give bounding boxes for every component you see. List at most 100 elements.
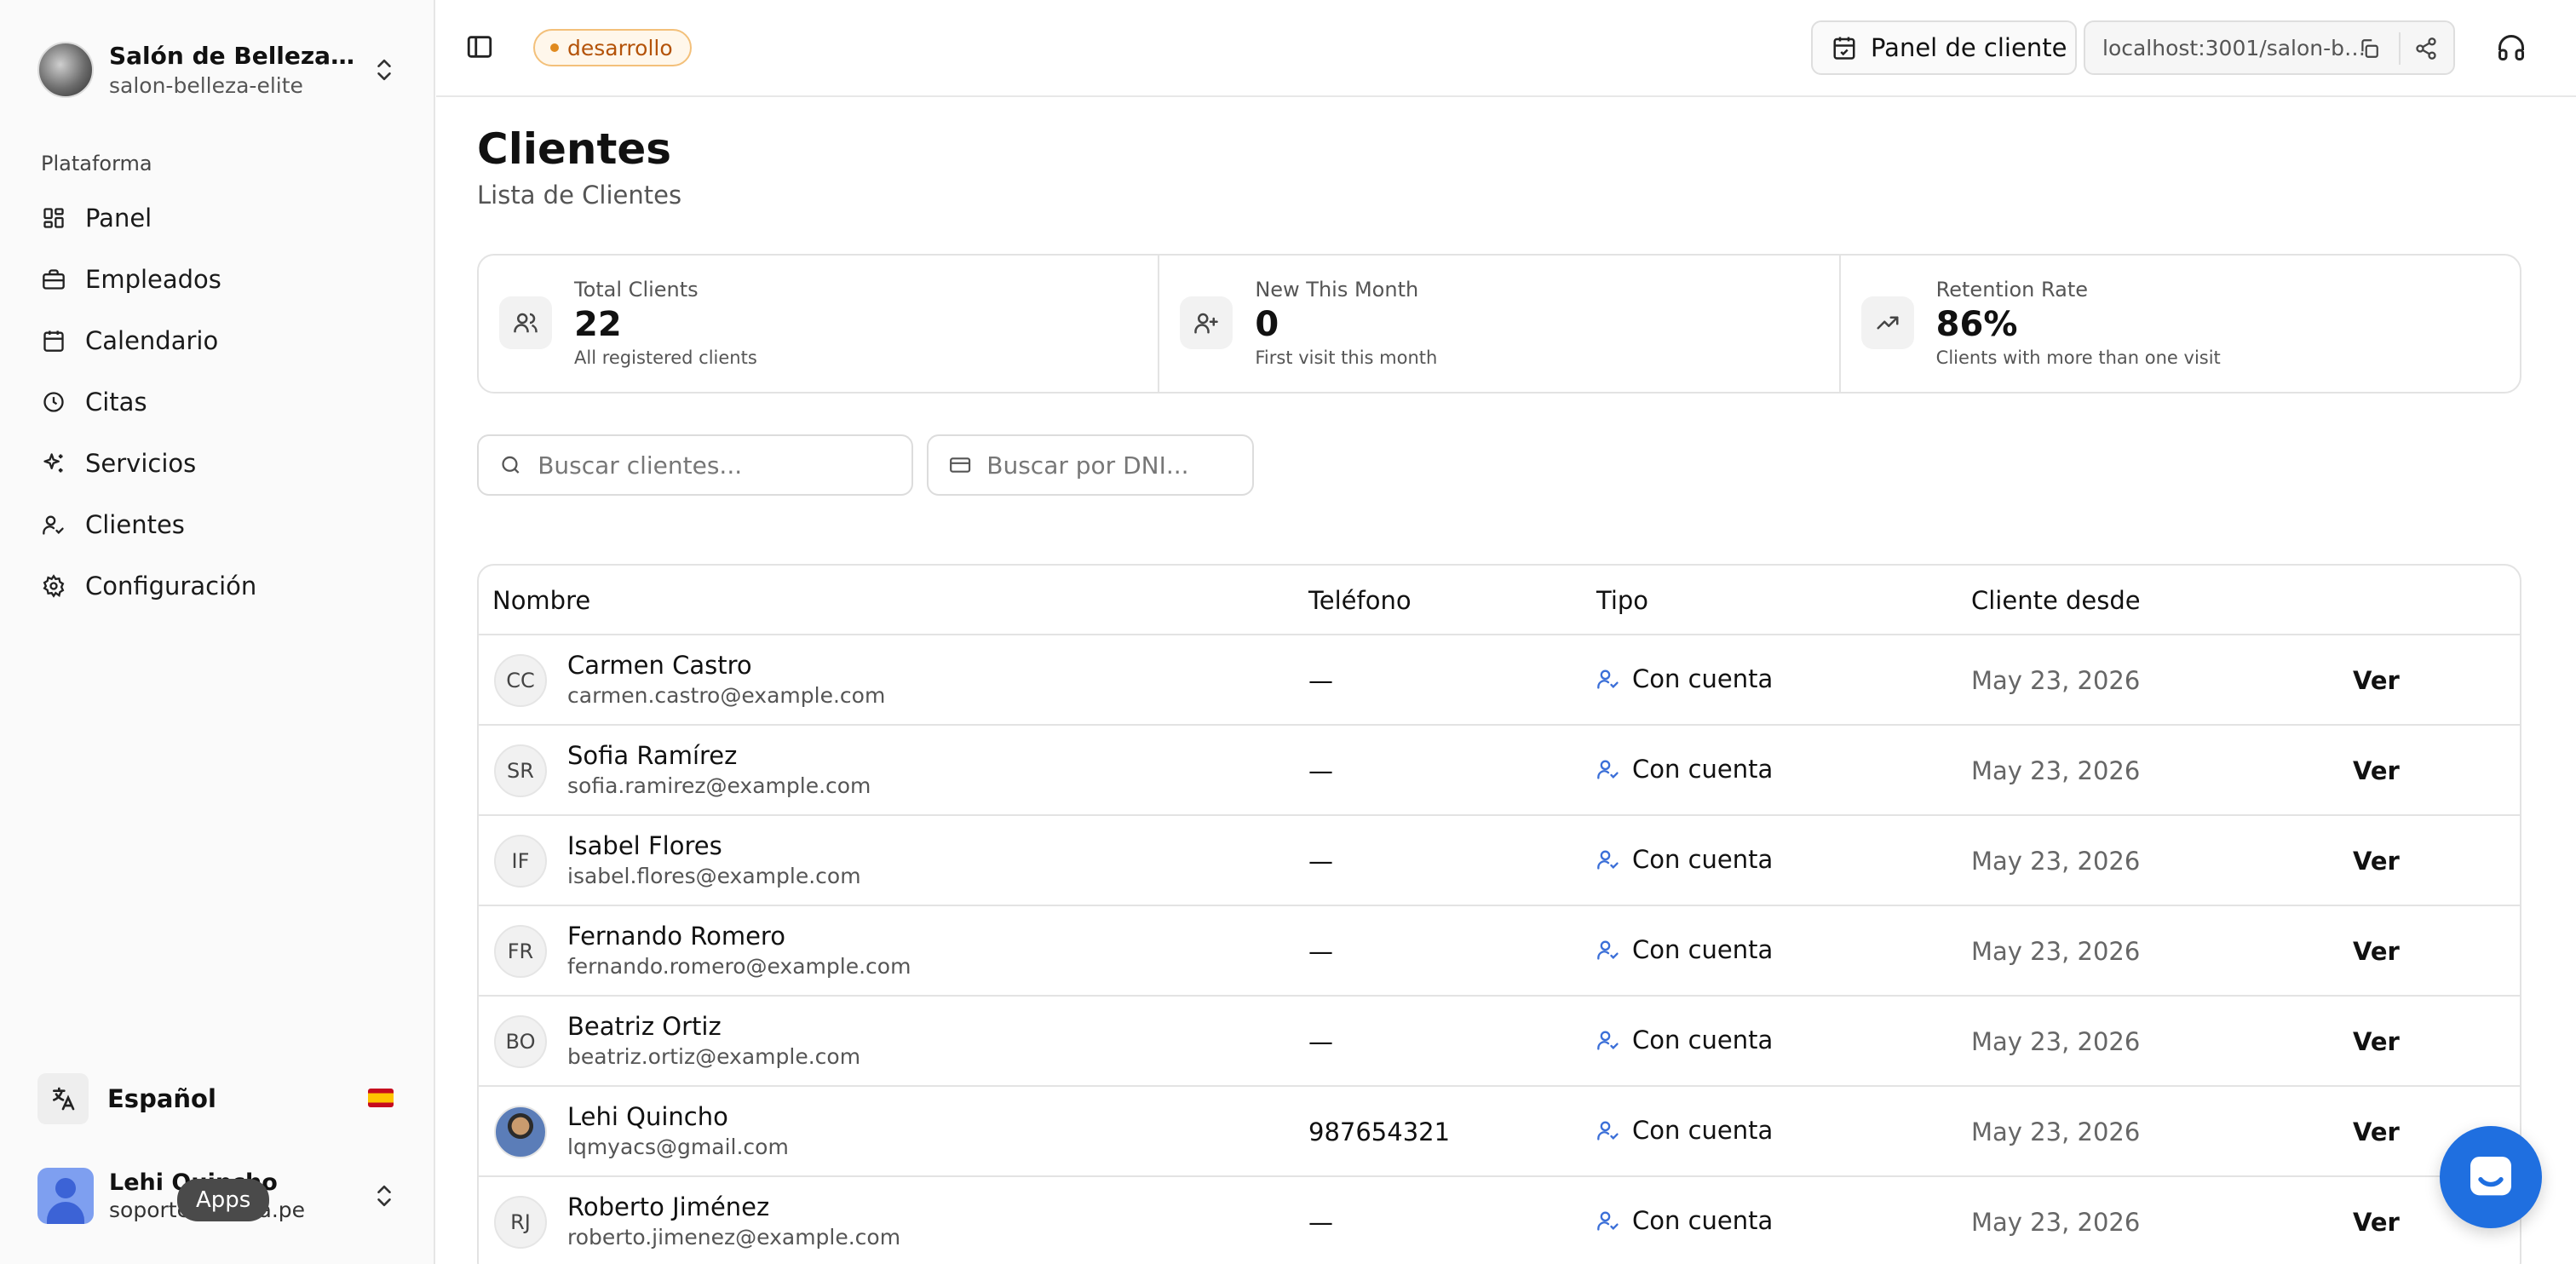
workspace-switcher[interactable]: Salón de Belleza Eli... salon-belleza-el… bbox=[37, 37, 404, 102]
client-phone: — bbox=[1308, 666, 1333, 695]
user-check-icon bbox=[1597, 1211, 1619, 1231]
user-check-icon bbox=[1597, 760, 1619, 779]
dni-search-input[interactable] bbox=[986, 451, 1252, 480]
sidebar-item-calendario[interactable]: Calendario bbox=[34, 310, 409, 371]
workspace-slug: salon-belleza-elite bbox=[109, 73, 303, 98]
share-icon[interactable] bbox=[2414, 37, 2438, 60]
table-row[interactable]: CC Carmen Castro carmen.castro@example.c… bbox=[479, 635, 2520, 726]
client-email: sofia.ramirez@example.com bbox=[567, 773, 871, 798]
client-email: carmen.castro@example.com bbox=[567, 683, 886, 708]
client-name: Roberto Jiménez bbox=[567, 1192, 770, 1221]
view-client-button[interactable]: Ver bbox=[2353, 1208, 2400, 1237]
sidebar-item-label: Servicios bbox=[85, 449, 197, 478]
client-since: May 23, 2026 bbox=[1971, 937, 2141, 966]
client-panel-button[interactable]: Panel de cliente bbox=[1811, 20, 2077, 75]
avatar: FR bbox=[494, 925, 547, 978]
stat-total-clients: Total Clients 22 All registered clients bbox=[479, 256, 1160, 392]
workspace-logo bbox=[37, 42, 94, 98]
sidebar-item-servicios[interactable]: Servicios bbox=[34, 433, 409, 494]
stat-description: First visit this month bbox=[1255, 348, 1438, 368]
avatar: CC bbox=[494, 654, 547, 707]
stat-new-this-month: New This Month 0 First visit this month bbox=[1159, 256, 1841, 392]
id-card-icon bbox=[950, 457, 971, 473]
view-client-button[interactable]: Ver bbox=[2353, 666, 2400, 695]
view-client-button[interactable]: Ver bbox=[2353, 756, 2400, 785]
public-url-text: localhost:3001/salon-bell... bbox=[2102, 35, 2375, 60]
table-row[interactable]: Lehi Quincho lqmyacs@gmail.com 987654321… bbox=[479, 1087, 2520, 1177]
user-check-icon bbox=[1597, 1031, 1619, 1050]
client-since: May 23, 2026 bbox=[1971, 756, 2141, 785]
top-bar: desarrollo Panel de cliente localhost:30… bbox=[436, 0, 2576, 97]
client-type: Con cuenta bbox=[1596, 935, 1773, 964]
chat-icon bbox=[2470, 1157, 2511, 1196]
client-panel-label: Panel de cliente bbox=[1871, 33, 2067, 62]
avatar: RJ bbox=[494, 1196, 547, 1249]
column-header-since[interactable]: Cliente desde bbox=[1971, 586, 2141, 615]
column-header-name[interactable]: Nombre bbox=[492, 586, 590, 615]
stat-label: New This Month bbox=[1255, 278, 1419, 302]
table-row[interactable]: RJ Roberto Jiménez roberto.jimenez@examp… bbox=[479, 1177, 2520, 1264]
sidebar-toggle-icon[interactable] bbox=[465, 32, 494, 61]
view-client-button[interactable]: Ver bbox=[2353, 847, 2400, 876]
table-row[interactable]: IF Isabel Flores isabel.flores@example.c… bbox=[479, 816, 2520, 906]
client-type: Con cuenta bbox=[1596, 1116, 1773, 1145]
sidebar-item-label: Clientes bbox=[85, 510, 185, 539]
client-type-label: Con cuenta bbox=[1632, 935, 1774, 964]
table-header: Nombre Teléfono Tipo Cliente desde bbox=[479, 566, 2520, 635]
client-type: Con cuenta bbox=[1596, 1206, 1773, 1235]
sidebar-item-panel[interactable]: Panel bbox=[34, 187, 409, 249]
view-client-button[interactable]: Ver bbox=[2353, 1117, 2400, 1146]
stat-value: 22 bbox=[574, 305, 622, 344]
sidebar-item-empleados[interactable]: Empleados bbox=[34, 249, 409, 310]
column-header-phone[interactable]: Teléfono bbox=[1308, 586, 1412, 615]
stats-card: Total Clients 22 All registered clients … bbox=[477, 254, 2521, 394]
client-name: Fernando Romero bbox=[567, 922, 785, 951]
client-search[interactable] bbox=[477, 434, 913, 496]
page-subtitle: Lista de Clientes bbox=[477, 181, 682, 210]
language-selector[interactable]: Español bbox=[37, 1068, 404, 1129]
user-check-icon bbox=[1597, 850, 1619, 870]
user-check-icon bbox=[1597, 940, 1619, 960]
client-since: May 23, 2026 bbox=[1971, 1117, 2141, 1146]
user-check-icon bbox=[1597, 669, 1619, 689]
stat-description: All registered clients bbox=[574, 348, 757, 368]
view-client-button[interactable]: Ver bbox=[2353, 937, 2400, 966]
table-row[interactable]: BO Beatriz Ortiz beatriz.ortiz@example.c… bbox=[479, 997, 2520, 1087]
sidebar-item-citas[interactable]: Citas bbox=[34, 371, 409, 433]
public-url-field[interactable]: localhost:3001/salon-bell... bbox=[2084, 20, 2455, 75]
chevrons-up-down-icon bbox=[377, 1185, 391, 1207]
stat-value: 0 bbox=[1255, 305, 1279, 344]
table-row[interactable]: FR Fernando Romero fernando.romero@examp… bbox=[479, 906, 2520, 997]
clock-icon bbox=[39, 388, 68, 417]
copy-icon[interactable] bbox=[2358, 37, 2380, 60]
clients-table: Nombre Teléfono Tipo Cliente desde CC Ca… bbox=[477, 564, 2521, 1264]
trending-up-icon bbox=[1860, 296, 1914, 349]
avatar: BO bbox=[494, 1015, 547, 1068]
briefcase-icon bbox=[39, 265, 68, 294]
stat-value: 86% bbox=[1935, 305, 2018, 344]
language-label: Español bbox=[107, 1084, 216, 1113]
table-row[interactable]: SR Sofia Ramírez sofia.ramirez@example.c… bbox=[479, 726, 2520, 816]
view-client-button[interactable]: Ver bbox=[2353, 1027, 2400, 1056]
client-name: Carmen Castro bbox=[567, 651, 752, 680]
dni-search[interactable] bbox=[927, 434, 1254, 496]
column-header-type[interactable]: Tipo bbox=[1596, 586, 1648, 615]
sidebar-item-clientes[interactable]: Clientes bbox=[34, 494, 409, 555]
search-input[interactable] bbox=[538, 451, 911, 480]
avatar: SR bbox=[494, 744, 547, 797]
client-since: May 23, 2026 bbox=[1971, 1208, 2141, 1237]
chat-widget-button[interactable] bbox=[2440, 1126, 2542, 1228]
client-phone: — bbox=[1308, 1027, 1333, 1056]
search-icon bbox=[502, 456, 520, 474]
client-email: lqmyacs@gmail.com bbox=[567, 1135, 789, 1159]
stat-description: Clients with more than one visit bbox=[1935, 348, 2221, 368]
sidebar-nav: Panel Empleados Calendario Citas Servici… bbox=[34, 187, 409, 617]
gear-icon bbox=[39, 572, 68, 600]
headset-icon[interactable] bbox=[2496, 32, 2527, 63]
sparkles-icon bbox=[39, 449, 68, 478]
client-phone: — bbox=[1308, 756, 1333, 785]
client-email: fernando.romero@example.com bbox=[567, 954, 911, 979]
sidebar-item-configuracion[interactable]: Configuración bbox=[34, 555, 409, 617]
client-type-label: Con cuenta bbox=[1632, 755, 1774, 784]
user-plus-icon bbox=[1180, 296, 1233, 349]
